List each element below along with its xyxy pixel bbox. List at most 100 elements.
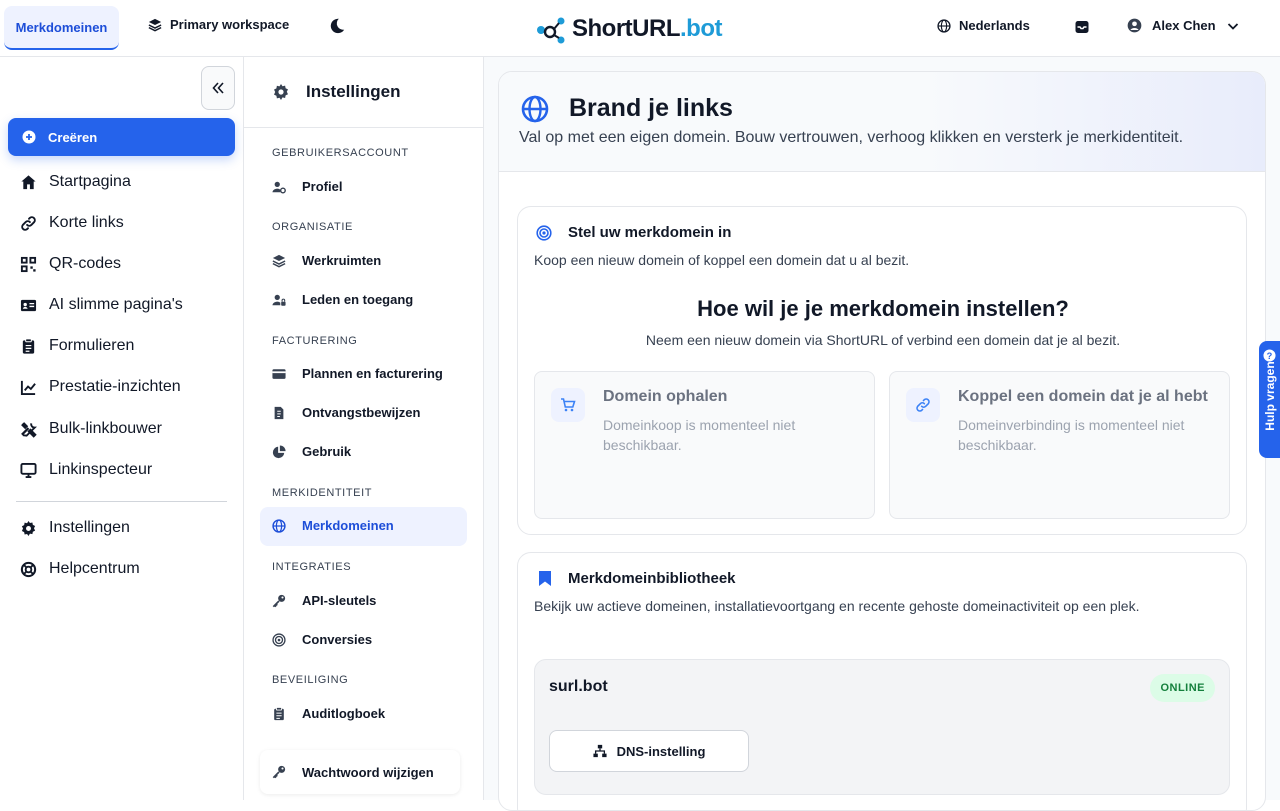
layers-icon [148, 18, 162, 31]
language-selector[interactable]: Nederlands [937, 18, 1030, 33]
settings-nav: Instellingen GEBRUIKERSACCOUNT Profiel O… [244, 57, 484, 800]
option-connect-domain[interactable]: Koppel een domein dat je al hebt Domeinv… [889, 371, 1230, 519]
option-get-domain[interactable]: Domein ophalen Domeinkoop is momenteel n… [534, 371, 875, 519]
help-tab[interactable]: ? Hulp vragen [1259, 341, 1280, 458]
change-password-label: Wachtwoord wijzigen [302, 764, 434, 780]
credit-card-icon [272, 368, 286, 379]
sidebar-item-label: AI slimme pagina's [49, 296, 183, 313]
setup-question: Hoe wil je je merkdomein instellen? [697, 296, 1069, 321]
receipt-icon [274, 406, 284, 419]
settings-item-gebruik[interactable]: Gebruik [272, 444, 351, 459]
plus-circle-icon [22, 130, 36, 144]
section-merkidentiteit: MERKIDENTITEIT [272, 487, 373, 499]
pie-chart-icon [272, 444, 286, 458]
create-button[interactable]: Creëren [8, 118, 235, 156]
sidebar-item-prestatie-inzichten[interactable]: Prestatie-inzichten [20, 378, 181, 396]
workspace-label: Primary workspace [170, 17, 290, 32]
settings-item-label: Merkdomeinen [302, 518, 394, 533]
double-chevron-left-icon [212, 82, 224, 94]
sidebar-item-qr-codes[interactable]: QR-codes [20, 255, 121, 273]
sidebar-item-startpagina[interactable]: Startpagina [20, 173, 131, 191]
network-icon [593, 744, 607, 758]
sidebar-item-linkinspecteur[interactable]: Linkinspecteur [20, 461, 152, 479]
section-facturering: FACTURERING [272, 335, 358, 347]
workspace-switcher[interactable]: Primary workspace [148, 17, 289, 32]
language-label: Nederlands [959, 18, 1030, 33]
settings-item-label: Conversies [302, 632, 373, 647]
lifebuoy-icon [20, 561, 37, 577]
option-desc: Domeinkoop is momenteel niet beschikbaar… [603, 417, 796, 453]
sidebar-item-label: Formulieren [49, 337, 135, 354]
qr-icon [20, 256, 37, 272]
inbox-icon[interactable] [1074, 19, 1090, 40]
tab-merkdomeinen[interactable]: Merkdomeinen [4, 6, 119, 50]
setup-subtitle: Koop een nieuw domein of koppel een dome… [534, 252, 910, 268]
logo-main: ShortURL [572, 15, 680, 42]
dns-setup-label: DNS-instelling [616, 743, 706, 759]
globe-icon [272, 518, 286, 533]
option-title: Domein ophalen [603, 388, 728, 405]
change-password-button[interactable]: Wachtwoord wijzigen [260, 750, 460, 794]
user-gear-icon [272, 181, 286, 193]
main-content: Brand je links Val op met een eigen dome… [484, 57, 1280, 811]
hero-header: Brand je links Val op met een eigen dome… [499, 72, 1265, 172]
sidebar-item-ai-slimme-paginas[interactable]: AI slimme pagina's [20, 296, 183, 314]
option-title: Koppel een domein dat je al hebt [958, 388, 1208, 405]
settings-item-werkruimten[interactable]: Werkruimten [272, 253, 381, 268]
domain-name: surl.bot [549, 678, 608, 695]
sidebar-item-label: Startpagina [49, 173, 131, 190]
section-gebruikersaccount: GEBRUIKERSACCOUNT [272, 147, 409, 159]
bookmark-icon [539, 571, 551, 586]
settings-item-label: Leden en toegang [302, 292, 414, 307]
option-desc: Domeinverbinding is momenteel niet besch… [958, 417, 1185, 453]
settings-item-label: Auditlogboek [302, 706, 386, 721]
user-menu[interactable]: Alex Chen [1127, 18, 1240, 33]
settings-title: Instellingen [306, 82, 401, 101]
settings-item-label: Werkruimten [302, 253, 382, 268]
settings-item-ontvangstbewijzen[interactable]: Ontvangstbewijzen [272, 405, 420, 420]
sidebar-item-instellingen[interactable]: Instellingen [20, 519, 130, 537]
sidebar-item-label: Instellingen [49, 519, 130, 536]
logo-suffix: .bot [679, 15, 722, 42]
settings-item-label: Profiel [302, 179, 343, 194]
setup-card: Stel uw merkdomein in Koop een nieuw dom… [517, 206, 1247, 535]
sidebar-item-label: Prestatie-inzichten [49, 378, 181, 395]
target-icon [272, 632, 286, 647]
sidebar-item-label: Bulk-linkbouwer [49, 420, 162, 437]
chart-line-icon [20, 380, 36, 395]
clipboard-icon [22, 337, 35, 354]
moon-icon[interactable] [328, 17, 346, 40]
settings-item-auditlogboek[interactable]: Auditlogboek [272, 706, 385, 721]
sidebar-item-helpcentrum[interactable]: Helpcentrum [20, 560, 140, 578]
settings-item-conversies[interactable]: Conversies [272, 632, 372, 647]
sidebar-divider [16, 501, 227, 502]
domain-row: surl.bot ONLINE DNS-instelling [534, 659, 1230, 795]
sidebar: Creëren Startpagina Korte links QR-codes… [0, 57, 244, 800]
user-name: Alex Chen [1152, 18, 1216, 33]
monitor-icon [20, 462, 37, 478]
settings-item-label: Gebruik [302, 444, 352, 459]
target-icon [536, 225, 552, 241]
layers-icon [272, 254, 286, 267]
cart-icon [551, 388, 585, 422]
section-beveiliging: BEVEILIGING [272, 674, 349, 686]
sidebar-item-formulieren[interactable]: Formulieren [20, 337, 134, 355]
key-icon [272, 765, 286, 779]
library-subtitle: Bekijk uw actieve domeinen, installatiev… [534, 598, 1140, 614]
sidebar-item-label: QR-codes [49, 255, 122, 272]
help-label: Hulp vragen [1263, 361, 1277, 431]
create-label: Creëren [48, 129, 98, 145]
settings-item-api-sleutels[interactable]: API-sleutels [272, 593, 376, 608]
settings-item-leden-en-toegang[interactable]: Leden en toegang [272, 292, 413, 307]
sidebar-item-korte-links[interactable]: Korte links [20, 214, 124, 232]
collapse-sidebar-button[interactable] [201, 66, 235, 110]
settings-item-profiel[interactable]: Profiel [272, 179, 342, 194]
dns-setup-button[interactable]: DNS-instelling [549, 730, 749, 772]
settings-item-plannen-en-facturering[interactable]: Plannen en facturering [272, 366, 443, 381]
sidebar-item-bulk-linkbouwer[interactable]: Bulk-linkbouwer [20, 420, 162, 438]
section-integraties: INTEGRATIES [272, 561, 352, 573]
brand-panel: Brand je links Val op met een eigen dome… [498, 71, 1266, 811]
sidebar-item-label: Helpcentrum [49, 560, 140, 577]
clipboard-icon [274, 706, 284, 720]
settings-item-merkdomeinen[interactable]: Merkdomeinen [272, 518, 394, 533]
